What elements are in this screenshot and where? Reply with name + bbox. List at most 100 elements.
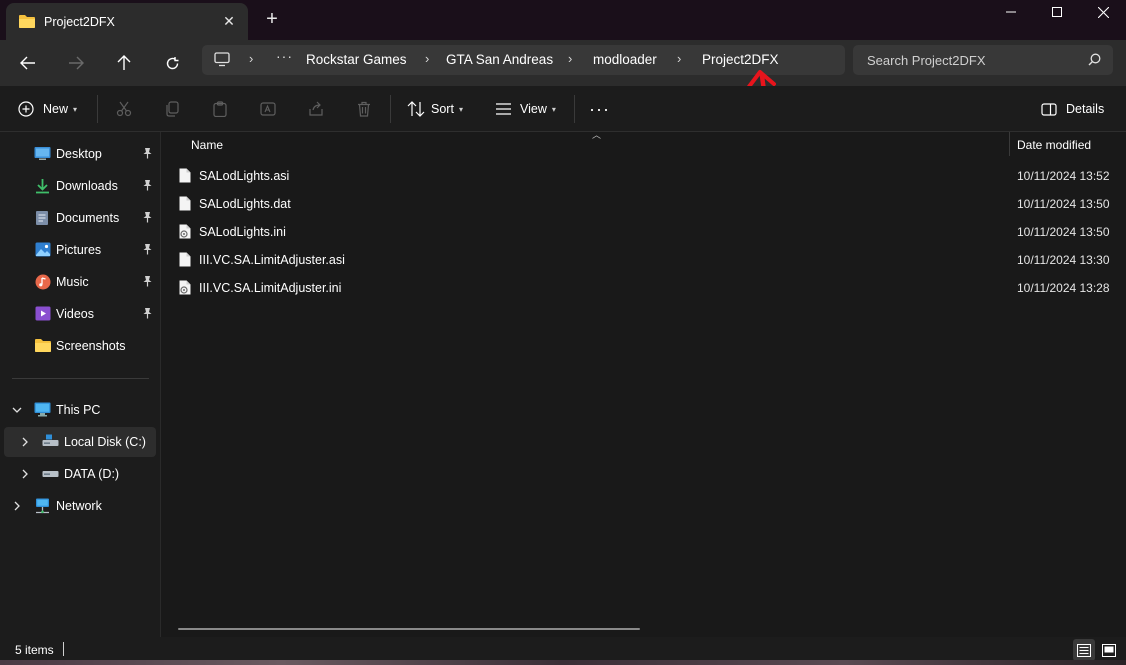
music-icon [35,274,51,293]
settings-file-icon [179,280,192,298]
back-button[interactable] [13,48,43,78]
divider [390,95,391,123]
cut-button[interactable] [116,86,132,132]
breadcrumb-overflow-button[interactable]: ··· [276,48,293,64]
pin-icon [142,179,153,194]
view-label: View [520,102,547,116]
details-label: Details [1066,102,1105,116]
sidebar-item-local-disk-c[interactable]: Local Disk (C:) [4,427,156,457]
chevron-right-icon[interactable] [20,468,30,482]
monitor-icon [214,52,230,70]
chevron-right-icon[interactable] [20,436,30,450]
chevron-right-icon[interactable] [12,500,22,514]
navigation-pane: Desktop Downloads Documents Pictures Mus… [0,132,160,637]
chevron-right-icon[interactable]: › [425,51,429,66]
share-icon [309,101,323,116]
chevron-down-icon[interactable] [12,404,22,418]
sidebar-item-label: Desktop [56,147,102,161]
file-date: 10/11/2024 13:52 [1017,169,1110,183]
forward-button[interactable] [61,48,91,78]
sort-button[interactable]: Sort ▾ [407,86,463,132]
search-input[interactable]: Search Project2DFX [853,45,1113,75]
view-icon [496,103,511,115]
new-tab-button[interactable]: + [262,9,282,30]
sidebar-item-network[interactable]: Network [4,491,156,521]
sidebar-item-label: Documents [56,211,120,225]
tab-project2dfx[interactable]: Project2DFX ✕ [6,3,248,40]
table-row[interactable]: SALodLights.ini 10/11/2024 13:50 [171,218,1121,246]
sidebar-item-screenshots[interactable]: Screenshots [4,331,156,361]
horizontal-scrollbar[interactable] [178,628,640,630]
large-icons-view-button[interactable] [1098,639,1120,661]
sidebar-item-pictures[interactable]: Pictures [4,235,156,265]
file-date: 10/11/2024 13:50 [1017,197,1110,211]
up-button[interactable] [109,48,139,78]
share-button[interactable] [308,86,324,132]
command-bar: New ▾ Sort ▾ View ▾ ··· Details [0,86,1126,132]
details-view-button[interactable] [1073,639,1095,661]
sidebar-item-videos[interactable]: Videos [4,299,156,329]
rename-button[interactable] [260,86,276,132]
breadcrumb-gta-san-andreas[interactable]: GTA San Andreas [446,52,553,67]
picture-icon [35,242,51,260]
new-button[interactable]: New ▾ [18,86,77,132]
address-row: › ··· Rockstar Games › GTA San Andreas ›… [0,40,1126,86]
sidebar-item-downloads[interactable]: Downloads [4,171,156,201]
pin-icon [142,211,153,226]
pin-icon [142,243,153,258]
sidebar-item-this-pc[interactable]: This PC [4,395,156,425]
paste-button[interactable] [212,86,228,132]
scissors-icon [116,101,132,117]
file-icon [179,252,191,270]
file-name: III.VC.SA.LimitAdjuster.asi [199,253,345,267]
column-header-date-modified[interactable]: Date modified [1017,138,1091,152]
more-options-button[interactable]: ··· [589,86,610,132]
table-row[interactable]: III.VC.SA.LimitAdjuster.asi 10/11/2024 1… [171,246,1121,274]
new-label: New [43,102,69,116]
plus-circle-icon [18,101,34,117]
column-header-name[interactable]: Name [191,138,223,152]
close-tab-icon[interactable]: ✕ [220,12,238,30]
tiles-view-icon [1102,643,1116,657]
details-pane-icon [1041,102,1057,116]
folder-icon [18,14,36,32]
settings-file-icon [179,224,192,242]
copy-button[interactable] [164,86,180,132]
maximize-button[interactable] [1034,0,1080,24]
divider [97,95,98,123]
chevron-right-icon: › [249,51,254,66]
drive-icon [42,466,59,483]
column-separator[interactable] [1009,132,1010,156]
refresh-button[interactable] [157,48,187,78]
close-window-button[interactable] [1080,0,1126,24]
table-row[interactable]: III.VC.SA.LimitAdjuster.ini 10/11/2024 1… [171,274,1121,302]
computer-icon [34,402,51,420]
chevron-right-icon[interactable]: › [568,51,572,66]
folder-icon [34,338,52,356]
view-button[interactable]: View ▾ [495,86,556,132]
trash-icon [358,101,370,117]
status-divider [63,642,64,656]
table-row[interactable]: SALodLights.dat 10/11/2024 13:50 [171,190,1121,218]
sidebar-item-label: Screenshots [56,339,126,353]
divider [574,95,575,123]
sidebar-item-documents[interactable]: Documents [4,203,156,233]
minimize-button[interactable] [988,0,1034,24]
pin-icon [142,307,153,322]
sidebar-item-desktop[interactable]: Desktop [4,139,156,169]
video-icon [35,306,51,324]
sidebar-item-label: Downloads [56,179,118,193]
chevron-right-icon[interactable]: › [677,51,681,66]
details-pane-button[interactable]: Details [1041,86,1104,132]
table-row[interactable]: SALodLights.asi 10/11/2024 13:52 [171,162,1121,190]
sidebar-item-music[interactable]: Music [4,267,156,297]
breadcrumb-modloader[interactable]: modloader [593,52,657,67]
sidebar-item-data-d[interactable]: DATA (D:) [4,459,156,489]
sort-icon [407,101,425,117]
details-view-icon [1077,643,1091,657]
breadcrumb-rockstar-games[interactable]: Rockstar Games [306,52,407,67]
sidebar-item-label: Pictures [56,243,102,257]
delete-button[interactable] [356,86,372,132]
chevron-down-icon: ▾ [458,104,463,114]
drive-icon [42,434,59,451]
